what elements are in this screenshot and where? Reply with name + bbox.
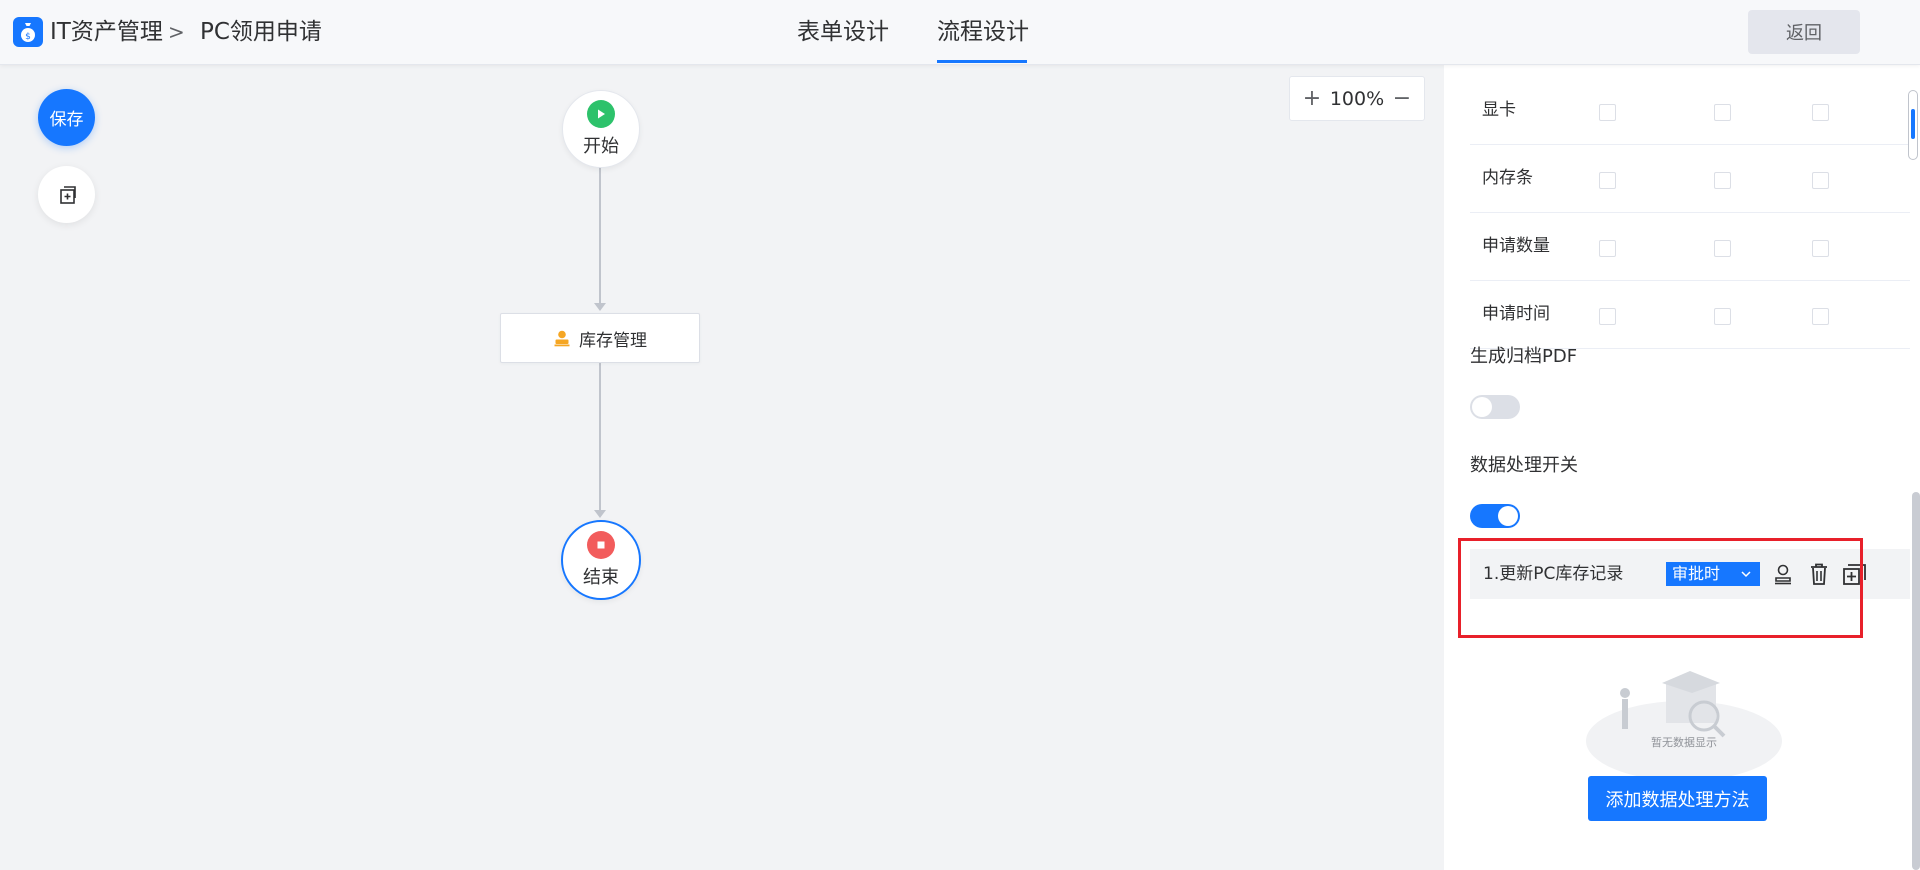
permission-row: 显卡 xyxy=(1470,77,1910,145)
empty-state-illustration xyxy=(1586,671,1782,776)
end-node[interactable]: 结束 xyxy=(561,520,641,600)
flow-arrow-icon xyxy=(594,303,606,311)
breadcrumb-page: PC领用申请 xyxy=(200,19,322,45)
zoom-out-button[interactable]: − xyxy=(1392,86,1412,111)
pdf-toggle[interactable] xyxy=(1470,395,1520,419)
zoom-in-button[interactable]: + xyxy=(1302,86,1322,111)
copy-add-icon[interactable] xyxy=(1842,561,1868,587)
permission-checkbox[interactable] xyxy=(1714,172,1731,189)
data-method-name: 1.更新PC库存记录 xyxy=(1483,564,1624,584)
permission-checkbox[interactable] xyxy=(1812,308,1829,325)
permission-checkbox[interactable] xyxy=(1812,240,1829,257)
data-method-row[interactable]: 1.更新PC库存记录 审批时 xyxy=(1470,549,1910,599)
tab-flow-design[interactable]: 流程设计 xyxy=(937,16,1029,48)
timing-select[interactable]: 审批时 xyxy=(1666,562,1760,586)
permission-row: 申请数量 xyxy=(1470,213,1910,281)
permission-checkbox[interactable] xyxy=(1714,308,1731,325)
play-icon xyxy=(587,100,615,128)
zoom-level: 100% xyxy=(1329,87,1385,110)
permission-checkbox[interactable] xyxy=(1714,104,1731,121)
permission-checkbox[interactable] xyxy=(1812,104,1829,121)
permission-checkbox[interactable] xyxy=(1599,104,1616,121)
pdf-section-title: 生成归档PDF xyxy=(1470,346,1578,367)
active-tab-indicator xyxy=(937,60,1027,63)
permission-checkbox[interactable] xyxy=(1599,240,1616,257)
toggle-knob xyxy=(1498,506,1518,526)
panel-scrollbar[interactable] xyxy=(1912,492,1920,870)
save-button[interactable]: 保存 xyxy=(38,89,95,146)
app-logo-icon: $ xyxy=(13,17,43,47)
copy-add-button[interactable] xyxy=(38,166,95,223)
svg-text:$: $ xyxy=(25,32,31,42)
mini-scroll-thumb xyxy=(1911,109,1915,139)
top-header: $ IT资产管理 > PC领用申请 表单设计 流程设计 返回 xyxy=(0,0,1920,65)
task-node-label: 库存管理 xyxy=(579,330,647,351)
permission-checkbox[interactable] xyxy=(1812,172,1829,189)
permission-row-label: 申请时间 xyxy=(1482,304,1550,324)
toggle-knob xyxy=(1472,397,1492,417)
permission-row: 内存条 xyxy=(1470,145,1910,213)
breadcrumb-separator: > xyxy=(168,20,185,44)
tab-form-design[interactable]: 表单设计 xyxy=(797,16,889,48)
start-node[interactable]: 开始 xyxy=(562,90,640,168)
flow-connector xyxy=(599,361,601,513)
permission-row-label: 内存条 xyxy=(1482,168,1533,188)
flow-connector xyxy=(599,166,601,306)
end-node-label: 结束 xyxy=(583,567,619,588)
permission-row-label: 显卡 xyxy=(1482,100,1516,120)
timing-select-value: 审批时 xyxy=(1672,564,1721,583)
permission-row-label: 申请数量 xyxy=(1482,236,1550,256)
trash-icon[interactable] xyxy=(1806,561,1832,587)
node-settings-panel: 显卡 内存条 申请数量 申请时间 生成归档PDF 数据处理开关 1.更新PC库存… xyxy=(1444,64,1920,870)
permission-checkbox[interactable] xyxy=(1599,308,1616,325)
mini-scroll-indicator[interactable] xyxy=(1908,90,1918,160)
add-data-method-button[interactable]: 添加数据处理方法 xyxy=(1588,776,1767,821)
permission-checkbox[interactable] xyxy=(1599,172,1616,189)
data-switch-title: 数据处理开关 xyxy=(1470,455,1578,476)
permission-checkbox[interactable] xyxy=(1714,240,1731,257)
task-node[interactable]: 库存管理 xyxy=(500,313,700,363)
back-button[interactable]: 返回 xyxy=(1748,10,1860,54)
data-switch-toggle[interactable] xyxy=(1470,504,1520,528)
stop-icon xyxy=(587,531,615,559)
chevron-down-icon xyxy=(1741,571,1751,578)
copy-add-icon xyxy=(59,185,76,204)
zoom-control: + 100% − xyxy=(1289,76,1425,121)
breadcrumb-app[interactable]: IT资产管理 xyxy=(50,16,163,48)
assignee-icon[interactable] xyxy=(1770,561,1796,587)
flow-arrow-icon xyxy=(594,510,606,518)
permission-row: 申请时间 xyxy=(1470,281,1910,349)
start-node-label: 开始 xyxy=(583,136,619,157)
user-stamp-icon xyxy=(554,330,570,347)
empty-state-text: 暂无数据显示 xyxy=(1651,736,1717,749)
